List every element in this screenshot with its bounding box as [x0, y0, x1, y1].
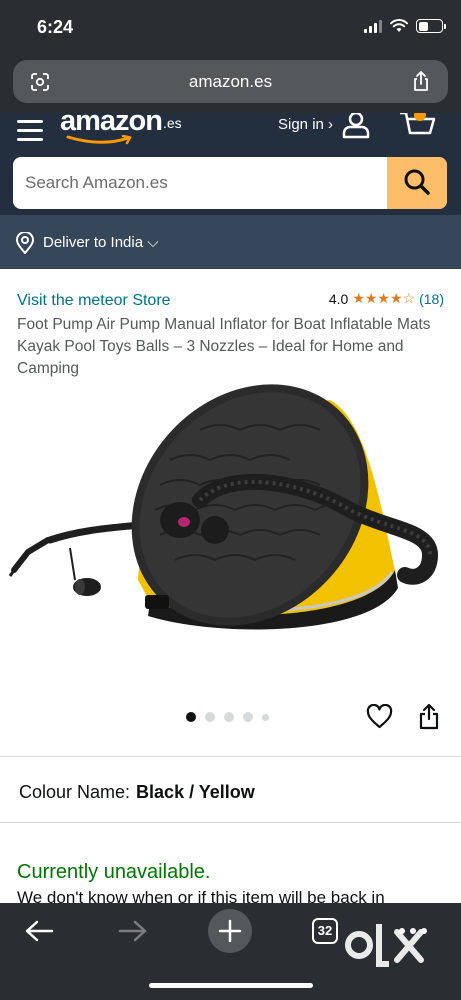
carousel-dot[interactable]: [262, 713, 269, 721]
availability-status: Currently unavailable.: [17, 861, 211, 883]
user-icon[interactable]: [340, 113, 372, 141]
divider: [0, 756, 461, 757]
url-text[interactable]: amazon.es: [13, 72, 448, 92]
back-arrow-icon[interactable]: [24, 919, 54, 943]
plus-icon: [218, 919, 242, 943]
search-icon: [404, 169, 430, 195]
share-icon[interactable]: [411, 70, 431, 92]
olx-watermark-logo: [345, 924, 424, 967]
divider: [0, 822, 461, 823]
home-indicator: [149, 983, 313, 988]
new-tab-button[interactable]: [208, 909, 252, 953]
product-image[interactable]: [0, 380, 461, 690]
site-header: amazon .es Sign in ›: [0, 113, 461, 215]
deliver-to-label[interactable]: Deliver to India ⌵: [43, 234, 159, 251]
status-time: 6:24: [37, 17, 74, 37]
store-link[interactable]: Visit the meteor Store: [17, 292, 171, 310]
wifi-icon: [390, 19, 408, 32]
carousel-dot[interactable]: [243, 712, 253, 722]
rating-count[interactable]: (18): [419, 291, 444, 307]
heart-icon[interactable]: [366, 704, 393, 730]
colour-row: Colour Name: Black / Yellow: [19, 782, 255, 803]
search-box: [13, 157, 447, 209]
carousel-dot[interactable]: [224, 712, 234, 722]
battery-icon: [416, 19, 446, 33]
browser-chrome-top: 6:24 amazon.es: [0, 0, 461, 113]
location-pin-icon: [15, 232, 35, 254]
image-carousel-dots[interactable]: [186, 712, 269, 722]
colour-value: Black / Yellow: [136, 782, 255, 802]
product-title: Foot Pump Air Pump Manual Inflator for B…: [17, 316, 431, 377]
status-icons: [364, 19, 446, 33]
cart-icon[interactable]: [398, 113, 438, 141]
carousel-dot[interactable]: [205, 712, 215, 722]
rating[interactable]: 4.0 ★★★★☆ (18): [329, 290, 444, 307]
search-input[interactable]: [13, 157, 387, 209]
sign-in-link[interactable]: Sign in ›: [278, 116, 333, 133]
address-bar[interactable]: amazon.es: [13, 60, 448, 103]
share-product-icon[interactable]: [418, 703, 440, 731]
deliver-to-bar[interactable]: Deliver to India ⌵: [0, 215, 461, 269]
cellular-signal-icon: [364, 19, 382, 33]
screen: 6:24 amazon.es amazon .es Sign in › Sear…: [0, 0, 461, 1000]
carousel-dot[interactable]: [186, 712, 196, 722]
colour-label: Colour Name:: [19, 782, 131, 802]
amazon-logo-tld: .es: [163, 115, 182, 131]
search-button[interactable]: [387, 157, 447, 209]
rating-stars: ★★★★☆: [352, 290, 416, 306]
amazon-smile-icon: [66, 135, 132, 145]
tab-count-button[interactable]: 32: [312, 918, 338, 944]
hamburger-menu-icon[interactable]: [17, 120, 43, 141]
rating-value: 4.0: [328, 290, 349, 307]
forward-arrow-icon[interactable]: [118, 919, 148, 943]
